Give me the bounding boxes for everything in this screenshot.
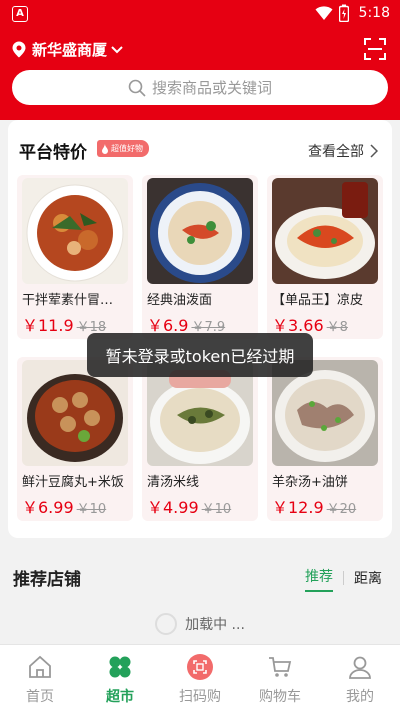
location-selector[interactable]: 新华盛商厦 xyxy=(12,39,123,60)
search-placeholder: 搜索商品或关键词 xyxy=(151,79,272,97)
clover-icon xyxy=(109,656,131,678)
chevron-right-icon xyxy=(370,144,378,158)
product-name: 经典油泼面 xyxy=(147,293,213,308)
product-price: ￥6.99 ￥10 xyxy=(22,498,107,517)
tab-scan-buy[interactable]: 扫码购 xyxy=(160,645,240,711)
product-card[interactable]: 干拌荤素什冒… ￥11.9 ￥18 xyxy=(17,175,133,339)
product-image xyxy=(272,178,378,284)
view-all-link[interactable]: 查看全部 xyxy=(308,141,378,161)
tab-recommended[interactable]: 推荐 xyxy=(305,566,333,592)
search-input[interactable]: 搜索商品或关键词 xyxy=(12,70,388,105)
divider xyxy=(343,571,344,585)
tab-profile[interactable]: 我的 xyxy=(320,645,400,711)
product-card[interactable]: 鲜汁豆腐丸+米饭 ￥6.99 ￥10 xyxy=(17,357,133,521)
product-card[interactable]: 羊杂汤+油饼 ￥12.9 ￥20 xyxy=(267,357,383,521)
wifi-icon xyxy=(315,6,333,20)
flame-icon xyxy=(102,143,108,154)
section-title: 推荐店铺 xyxy=(13,570,81,590)
cart-icon xyxy=(269,657,292,677)
loading-indicator: 加载中 ... xyxy=(0,613,400,635)
product-card[interactable]: 清汤米线 ￥4.99 ￥10 xyxy=(142,357,258,521)
search-icon xyxy=(128,79,146,97)
section-title: 平台特价 xyxy=(19,143,87,163)
scan-code-icon xyxy=(187,654,213,680)
location-name: 新华盛商厦 xyxy=(32,41,108,59)
product-name: 鲜汁豆腐丸+米饭 xyxy=(22,475,124,490)
product-name: 羊杂汤+油饼 xyxy=(272,475,348,490)
product-name: 清汤米线 xyxy=(147,475,200,490)
tab-distance[interactable]: 距离 xyxy=(354,568,382,588)
tab-home[interactable]: 首页 xyxy=(0,645,80,711)
bottom-tab-bar: 首页 超市 扫码购 购物车 我的 xyxy=(0,644,400,711)
tab-cart[interactable]: 购物车 xyxy=(240,645,320,711)
location-pin-icon xyxy=(12,41,26,58)
loading-text: 加载中 ... xyxy=(185,617,245,633)
product-image xyxy=(22,178,128,284)
chevron-down-icon xyxy=(111,45,123,53)
product-image xyxy=(147,178,253,284)
clock: 5:18 xyxy=(358,5,390,21)
product-name: 【单品王】凉皮 xyxy=(272,293,364,308)
scan-icon[interactable] xyxy=(364,38,386,60)
home-icon xyxy=(29,655,51,678)
product-price: ￥12.9 ￥20 xyxy=(272,498,357,517)
app-notification-icon: A xyxy=(12,6,28,22)
product-name: 干拌荤素什冒… xyxy=(22,293,114,308)
battery-icon xyxy=(338,4,349,22)
status-bar: A 5:18 xyxy=(0,0,400,28)
spinner-icon xyxy=(155,613,178,635)
product-card[interactable]: 【单品王】凉皮 ￥3.66 ￥8 xyxy=(267,175,383,339)
sort-tabs: 推荐 距离 xyxy=(305,566,382,592)
system-icons: 5:18 xyxy=(315,4,390,22)
product-card[interactable]: 经典油泼面 ￥6.9 ￥7.9 xyxy=(142,175,258,339)
user-icon xyxy=(349,656,371,679)
toast-message: 暂未登录或token已经过期 xyxy=(87,333,313,377)
tab-supermarket[interactable]: 超市 xyxy=(80,645,160,711)
product-price: ￥4.99 ￥10 xyxy=(147,498,232,517)
recommended-stores-section: 推荐店铺 推荐 距离 加载中 ... xyxy=(0,553,400,644)
platform-deals-card: 平台特价 超值好物 查看全部 干拌荤素什冒… ￥11.9 ￥18 经典油泼面 ￥6… xyxy=(8,120,392,538)
header: 新华盛商厦 搜索商品或关键词 xyxy=(0,28,400,120)
value-tag: 超值好物 xyxy=(97,140,149,157)
